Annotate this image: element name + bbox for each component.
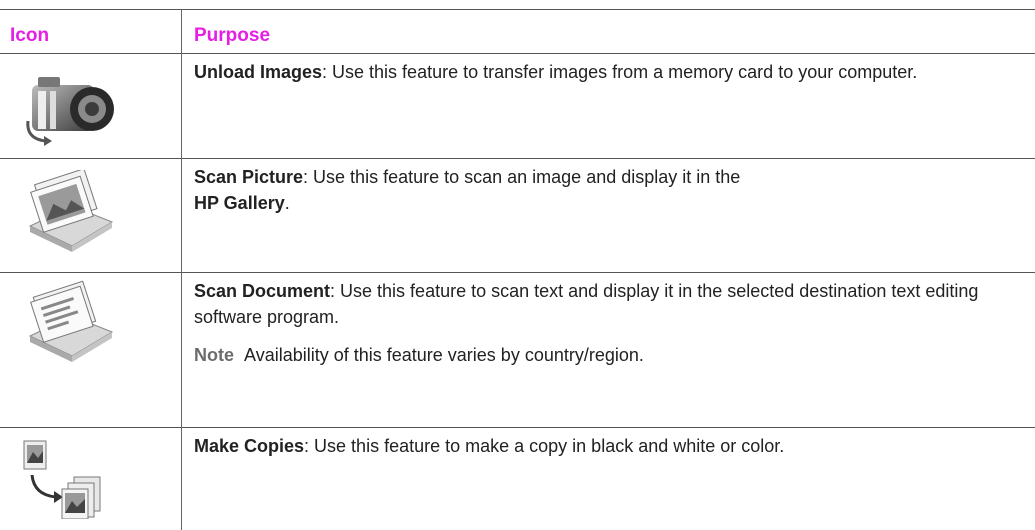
row-description: Make Copies: Use this feature to make a … [194, 433, 1014, 459]
copies-icon [23, 440, 101, 519]
feature-text: . [284, 193, 290, 213]
column-header-icon: Icon [10, 25, 50, 46]
column-divider [181, 9, 182, 53]
feature-name: Make Copies [194, 436, 305, 456]
table-row: Scan Picture: Use this feature to scan a… [0, 158, 1035, 272]
note-label: Note [194, 345, 234, 365]
note-text: Availability of this feature varies by c… [244, 345, 644, 365]
row-description: Scan Picture: Use this feature to scan a… [194, 164, 1014, 216]
note: Note Availability of this feature varies… [194, 342, 1014, 368]
feature-name: Unload Images [194, 62, 323, 82]
table-row: Unload Images: Use this feature to trans… [0, 53, 1035, 158]
camera-icon [26, 77, 114, 146]
feature-link-name: HP Gallery [194, 193, 285, 213]
row-description: Scan Document: Use this feature to scan … [194, 278, 1014, 368]
feature-name: Scan Picture [194, 167, 304, 187]
feature-text: : Use this feature to transfer images fr… [322, 62, 918, 82]
feature-text: : Use this feature to make a copy in bla… [304, 436, 785, 456]
column-header-purpose: Purpose [194, 25, 271, 46]
table-row: Make Copies: Use this feature to make a … [0, 427, 1035, 530]
table-row: Scan Document: Use this feature to scan … [0, 272, 1035, 427]
scan-picture-icon [28, 170, 114, 252]
scan-document-icon [28, 280, 114, 362]
feature-text: : Use this feature to scan an image and … [303, 167, 741, 187]
feature-name: Scan Document [194, 281, 331, 301]
row-description: Unload Images: Use this feature to trans… [194, 59, 1014, 85]
table-top-rule [0, 9, 1035, 10]
